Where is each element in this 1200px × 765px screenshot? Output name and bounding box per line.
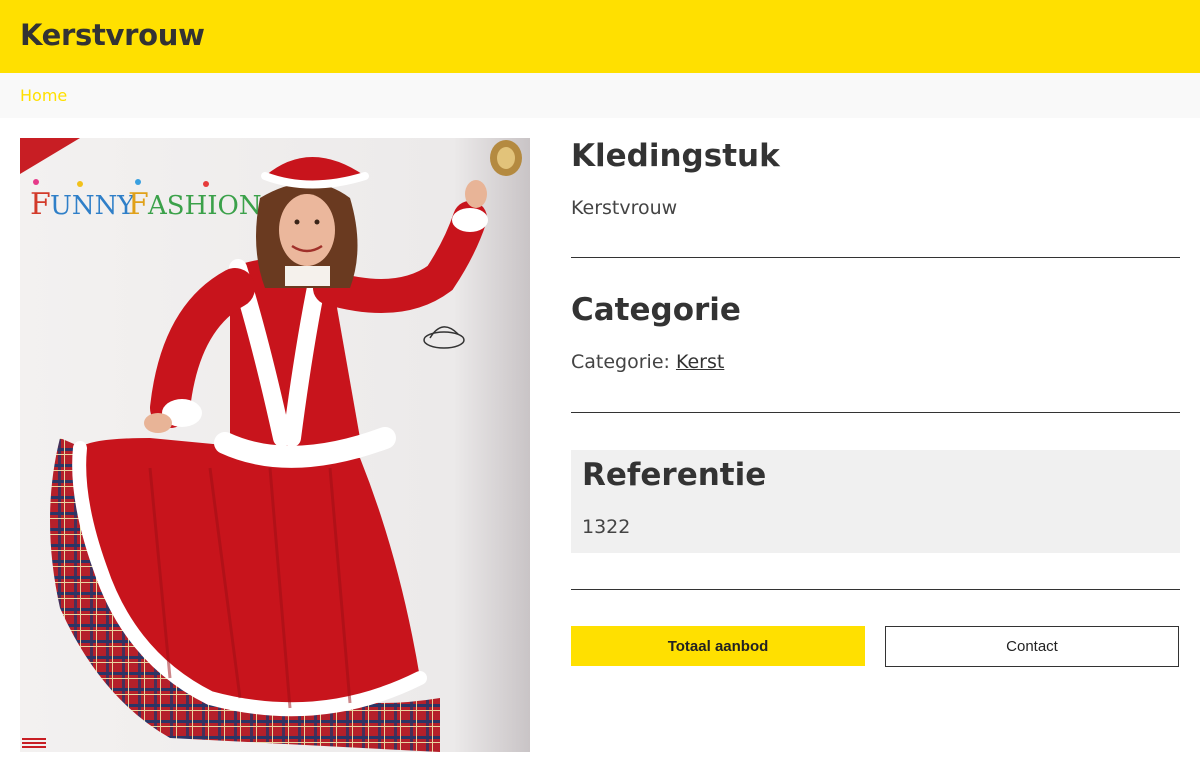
divider [571,412,1180,413]
total-offer-button[interactable]: Totaal aanbod [571,626,865,666]
category-heading: Categorie [571,292,741,328]
product-photo: F UNNY F ASHION [20,138,530,752]
breadcrumb: Home [0,73,1200,118]
reference-panel: Referentie 1322 [571,450,1180,553]
item-value: Kerstvrouw [571,197,678,219]
svg-text:UNNY: UNNY [50,191,135,221]
category-line: Categorie: Kerst [571,350,724,375]
divider [571,257,1180,258]
divider [571,589,1180,590]
reference-heading: Referentie [582,457,767,493]
svg-text:F: F [30,187,52,222]
category-link[interactable]: Kerst [676,351,724,373]
svg-text:ASHION: ASHION [147,191,262,221]
category-prefix: Categorie: [571,351,670,373]
contact-button[interactable]: Contact [885,626,1179,667]
reference-value: 1322 [582,516,631,538]
costume-image: F UNNY F ASHION [20,138,530,752]
breadcrumb-home-link[interactable]: Home [20,86,67,105]
page-title: Kerstvrouw [20,18,205,52]
item-heading: Kledingstuk [571,138,780,174]
page-header: Kerstvrouw [0,0,1200,73]
svg-text:F: F [128,187,149,222]
